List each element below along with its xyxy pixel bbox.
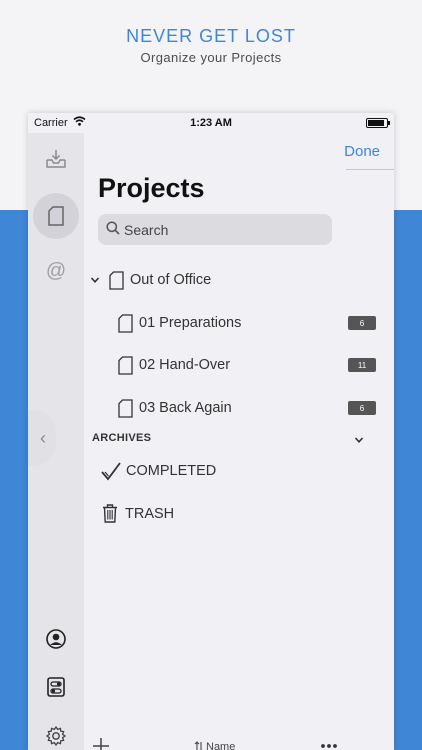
- sort-icon: [194, 741, 203, 750]
- project-row[interactable]: 02 Hand-Over 11: [118, 354, 388, 376]
- chevron-left-icon: ‹: [40, 427, 46, 448]
- nav-divider: [346, 169, 394, 170]
- project-group-row[interactable]: Out of Office: [90, 269, 380, 291]
- project-label: 02 Hand-Over: [139, 357, 231, 373]
- group-label: Out of Office: [130, 272, 212, 288]
- project-icon[interactable]: [40, 200, 72, 232]
- toggles-icon[interactable]: [40, 671, 72, 703]
- status-bar: Carrier 1:23 AM: [28, 113, 394, 133]
- completed-label: COMPLETED: [126, 463, 217, 479]
- at-icon[interactable]: @: [40, 255, 72, 287]
- projects-panel: Done Projects Out of Office 01 Preparati…: [84, 133, 394, 750]
- battery-fill: [368, 120, 384, 126]
- page-title: Projects: [98, 173, 205, 203]
- trash-icon: [103, 504, 117, 523]
- task-count-badge: 11: [348, 358, 376, 372]
- search-input[interactable]: [98, 214, 332, 245]
- battery-icon: [366, 118, 390, 128]
- project-icon: [109, 270, 124, 290]
- archives-header: ARCHIVES: [92, 432, 152, 444]
- phone-screen: Carrier 1:23 AM @ ‹ Done Projects Search…: [28, 113, 394, 750]
- project-icon: [118, 313, 133, 333]
- sort-label: Name: [206, 741, 236, 750]
- bottom-toolbar: Name: [84, 737, 394, 750]
- archive-completed-row[interactable]: COMPLETED: [100, 461, 216, 481]
- project-icon: [118, 398, 133, 418]
- sort-button[interactable]: Name: [194, 741, 235, 750]
- inbox-icon[interactable]: [40, 143, 72, 175]
- plus-icon[interactable]: [92, 737, 110, 750]
- project-row[interactable]: 01 Preparations 6: [118, 312, 388, 334]
- search-icon: [106, 221, 120, 235]
- gear-icon[interactable]: [40, 720, 72, 750]
- project-label: 03 Back Again: [139, 400, 232, 416]
- status-time: 1:23 AM: [190, 117, 232, 129]
- chevron-down-icon[interactable]: [90, 275, 100, 285]
- user-icon[interactable]: [40, 623, 72, 655]
- more-icon[interactable]: [320, 743, 338, 749]
- project-icon: [118, 355, 133, 375]
- trash-label: TRASH: [125, 505, 175, 522]
- chevron-down-icon[interactable]: [354, 435, 364, 445]
- archive-trash-row[interactable]: TRASH: [102, 504, 174, 523]
- checkmark-icon: [101, 462, 121, 481]
- promo-headline: NEVER GET LOST: [126, 26, 296, 46]
- task-count-badge: 6: [348, 401, 376, 415]
- project-row[interactable]: 03 Back Again 6: [118, 397, 388, 419]
- task-count-badge: 6: [348, 316, 376, 330]
- promo-subline: Organize your Projects: [140, 50, 282, 65]
- done-button[interactable]: Done: [344, 143, 380, 160]
- project-label: 01 Preparations: [139, 315, 242, 331]
